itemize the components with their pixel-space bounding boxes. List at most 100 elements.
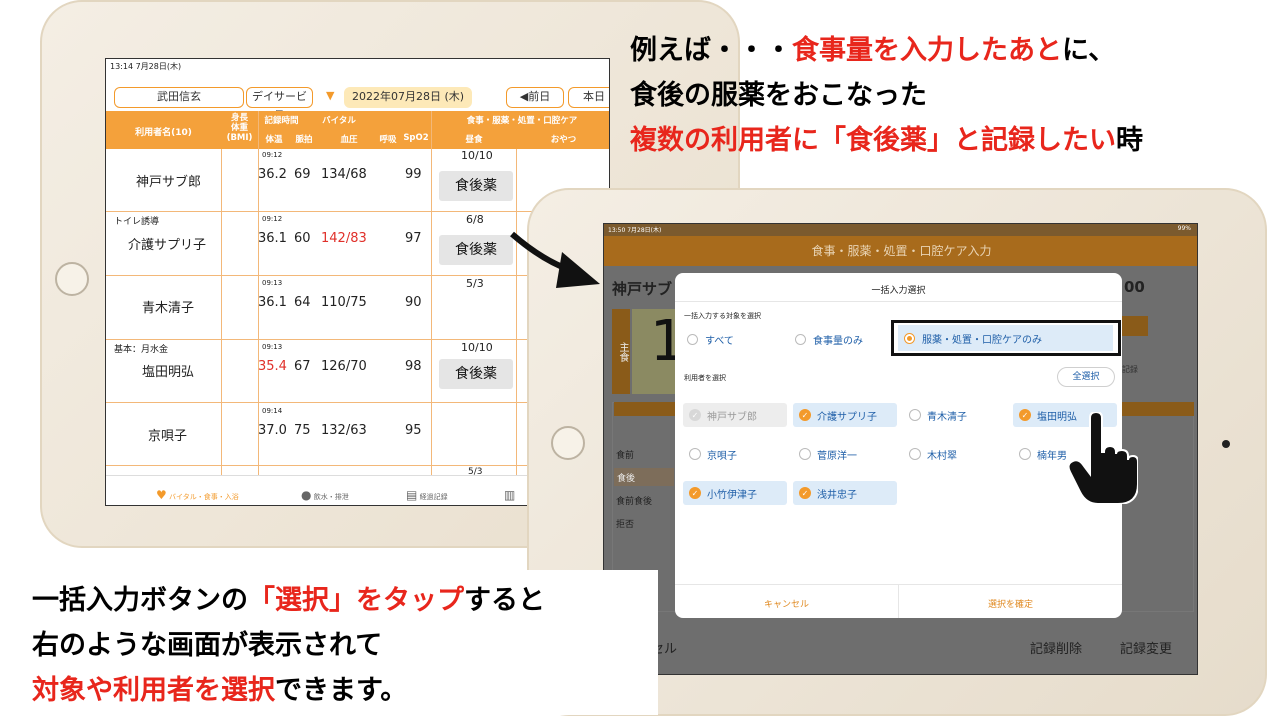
user-option[interactable]: 木村翠 (903, 442, 1007, 466)
prev-day-button[interactable]: ◀前日 (506, 87, 564, 108)
after-meal-med-button[interactable]: 食後薬 (439, 171, 513, 201)
temp: 36.2 (258, 167, 287, 182)
user-name[interactable]: 小竹伊津子 (707, 486, 757, 501)
screen-title: 食事・服薬・処置・口腔ケア入力 (604, 236, 1197, 266)
col-vital: バイタル (322, 116, 356, 126)
record-time: 09:12 (262, 151, 283, 159)
user-option[interactable]: 京唄子 (683, 442, 787, 466)
col-lunch: 昼食 (465, 135, 483, 145)
temp: 36.1 (258, 295, 287, 310)
user-name[interactable]: 塩田明弘 (142, 361, 194, 380)
caption-top: 例えば・・・食事量を入力したあとに、 食後の服薬をおこなった 複数の利用者に「食… (630, 28, 1270, 163)
select-all-button[interactable]: 全選択 (1057, 367, 1115, 387)
check-off-icon[interactable] (909, 409, 921, 421)
col-resp: 呼吸 (379, 135, 397, 145)
user-option[interactable]: 菅原洋一 (793, 442, 897, 466)
pulse: 67 (294, 359, 311, 374)
record-time: 09:13 (262, 279, 283, 287)
user-option[interactable]: ✓ 浅井忠子 (793, 481, 897, 505)
meal-amount: 5/3 (466, 277, 484, 290)
user-name[interactable]: 介護サプリ子 (817, 408, 877, 423)
record-time: 09:13 (262, 343, 283, 351)
home-button-right[interactable] (551, 426, 585, 460)
user-name[interactable]: 京唄子 (707, 447, 737, 462)
tab-vital[interactable]: ♥ バイタル・食事・入浴 (156, 488, 239, 502)
status-bar: 13:14 7月28日(木) (110, 62, 182, 71)
user-name[interactable]: 青木清子 (927, 408, 967, 423)
user-name[interactable]: 神戸サブ郎 (136, 171, 201, 190)
status-bar: 13:50 7月28日(木) 99% (604, 224, 1197, 236)
user-name[interactable]: 木村翠 (927, 447, 957, 462)
staff-select[interactable]: 武田信玄 (114, 87, 244, 108)
col-pulse: 脈拍 (295, 135, 313, 145)
check-on-icon[interactable]: ✓ (799, 409, 811, 421)
dropdown-arrow-icon[interactable]: ▼ (326, 89, 334, 102)
col-height-weight: 身長 体重 (BMI) (226, 113, 253, 143)
user-name[interactable]: 京唄子 (148, 425, 187, 444)
modal-cancel-button[interactable]: キャンセル (675, 597, 898, 610)
caption-highlight: 対象や利用者を選択 (32, 675, 275, 706)
tab-label: 経過記録 (419, 493, 448, 501)
user-option[interactable]: 青木清子 (903, 403, 1007, 427)
user-name[interactable]: 青木清子 (142, 297, 194, 316)
user-name[interactable]: 菅原洋一 (817, 447, 857, 462)
home-button-left[interactable] (55, 262, 89, 296)
meal-amount: 10/10 (461, 341, 493, 354)
hand-pointer-icon (1068, 412, 1138, 504)
caption-top-line3: 複数の利用者に「食後薬」と記録したい時 (630, 118, 1270, 163)
battery-level: 99% (1177, 225, 1191, 232)
user-option[interactable]: ✓ 小竹伊津子 (683, 481, 787, 505)
option-label[interactable]: 食事量のみ (813, 332, 863, 347)
modal-confirm-button[interactable]: 選択を確定 (899, 597, 1122, 610)
blood-pressure: 132/63 (321, 423, 367, 438)
water-drop-icon: ● (301, 488, 312, 502)
bg-record: 記録 (1122, 365, 1138, 374)
caption-text: 一括入力ボタンの (32, 585, 248, 616)
user-name[interactable]: 介護サプリ子 (128, 234, 206, 253)
check-on-icon[interactable]: ✓ (689, 487, 701, 499)
spo2: 97 (405, 231, 422, 246)
caption-bottom-line1: 一括入力ボタンの「選択」をタップすると (32, 578, 658, 623)
date-field[interactable]: 2022年07月28日 (木) (344, 87, 472, 108)
blood-pressure: 142/83 (321, 231, 367, 246)
today-button[interactable]: 本日 (568, 87, 609, 108)
check-on-icon[interactable]: ✓ (799, 487, 811, 499)
col-temp: 体温 (265, 135, 283, 145)
pulse: 60 (294, 231, 311, 246)
bg-change: 記録変更 (1120, 642, 1173, 657)
service-select[interactable]: デイサービス (246, 87, 313, 121)
caption-highlight: 複数の利用者に「食後薬」と記録したい (630, 125, 1116, 156)
pulse: 75 (294, 423, 311, 438)
bg-list-item: 拒否 (616, 520, 635, 530)
clipboard-icon: ▤ (406, 488, 418, 502)
after-meal-med-button[interactable]: 食後薬 (439, 359, 513, 389)
check-off-icon[interactable] (909, 448, 921, 460)
caption-bottom-line3: 対象や利用者を選択できます。 (32, 668, 658, 713)
user-name[interactable]: 浅井忠子 (817, 486, 857, 501)
check-on-icon[interactable]: ✓ (1019, 409, 1031, 421)
option-label[interactable]: すべて (705, 332, 734, 347)
user-name[interactable]: 楠年男 (1037, 447, 1067, 462)
user-name: 神戸サブ郎 (707, 412, 757, 423)
bg-button (1122, 316, 1148, 336)
tab-progress[interactable]: ▤ 経過記録 (406, 488, 448, 502)
caption-top-line1: 例えば・・・食事量を入力したあとに、 (630, 28, 1270, 73)
radio-icon[interactable] (795, 334, 806, 345)
check-off-icon[interactable] (689, 448, 701, 460)
tab-water[interactable]: ● 飲水・排泄 (301, 488, 349, 502)
after-meal-med-button[interactable]: 食後薬 (439, 235, 513, 265)
col-user: 利用者名(10) (135, 128, 192, 138)
record-time: 09:12 (262, 215, 283, 223)
tab-more[interactable]: ▥ (504, 488, 515, 502)
check-off-icon[interactable] (1019, 448, 1031, 460)
check-disabled-icon: ✓ (689, 409, 701, 421)
user-option[interactable]: ✓ 介護サプリ子 (793, 403, 897, 427)
temp: 36.1 (258, 231, 287, 246)
check-off-icon[interactable] (799, 448, 811, 460)
temp: 37.0 (258, 423, 287, 438)
spo2: 90 (405, 295, 422, 310)
table-header: 利用者名(10) 身長 体重 (BMI) 記録時間 バイタル 体温 脈拍 血圧 … (106, 111, 609, 149)
col-spo2: SpO2 (403, 133, 429, 143)
bg-list-item: 食後 (614, 468, 674, 486)
radio-icon[interactable] (687, 334, 698, 345)
